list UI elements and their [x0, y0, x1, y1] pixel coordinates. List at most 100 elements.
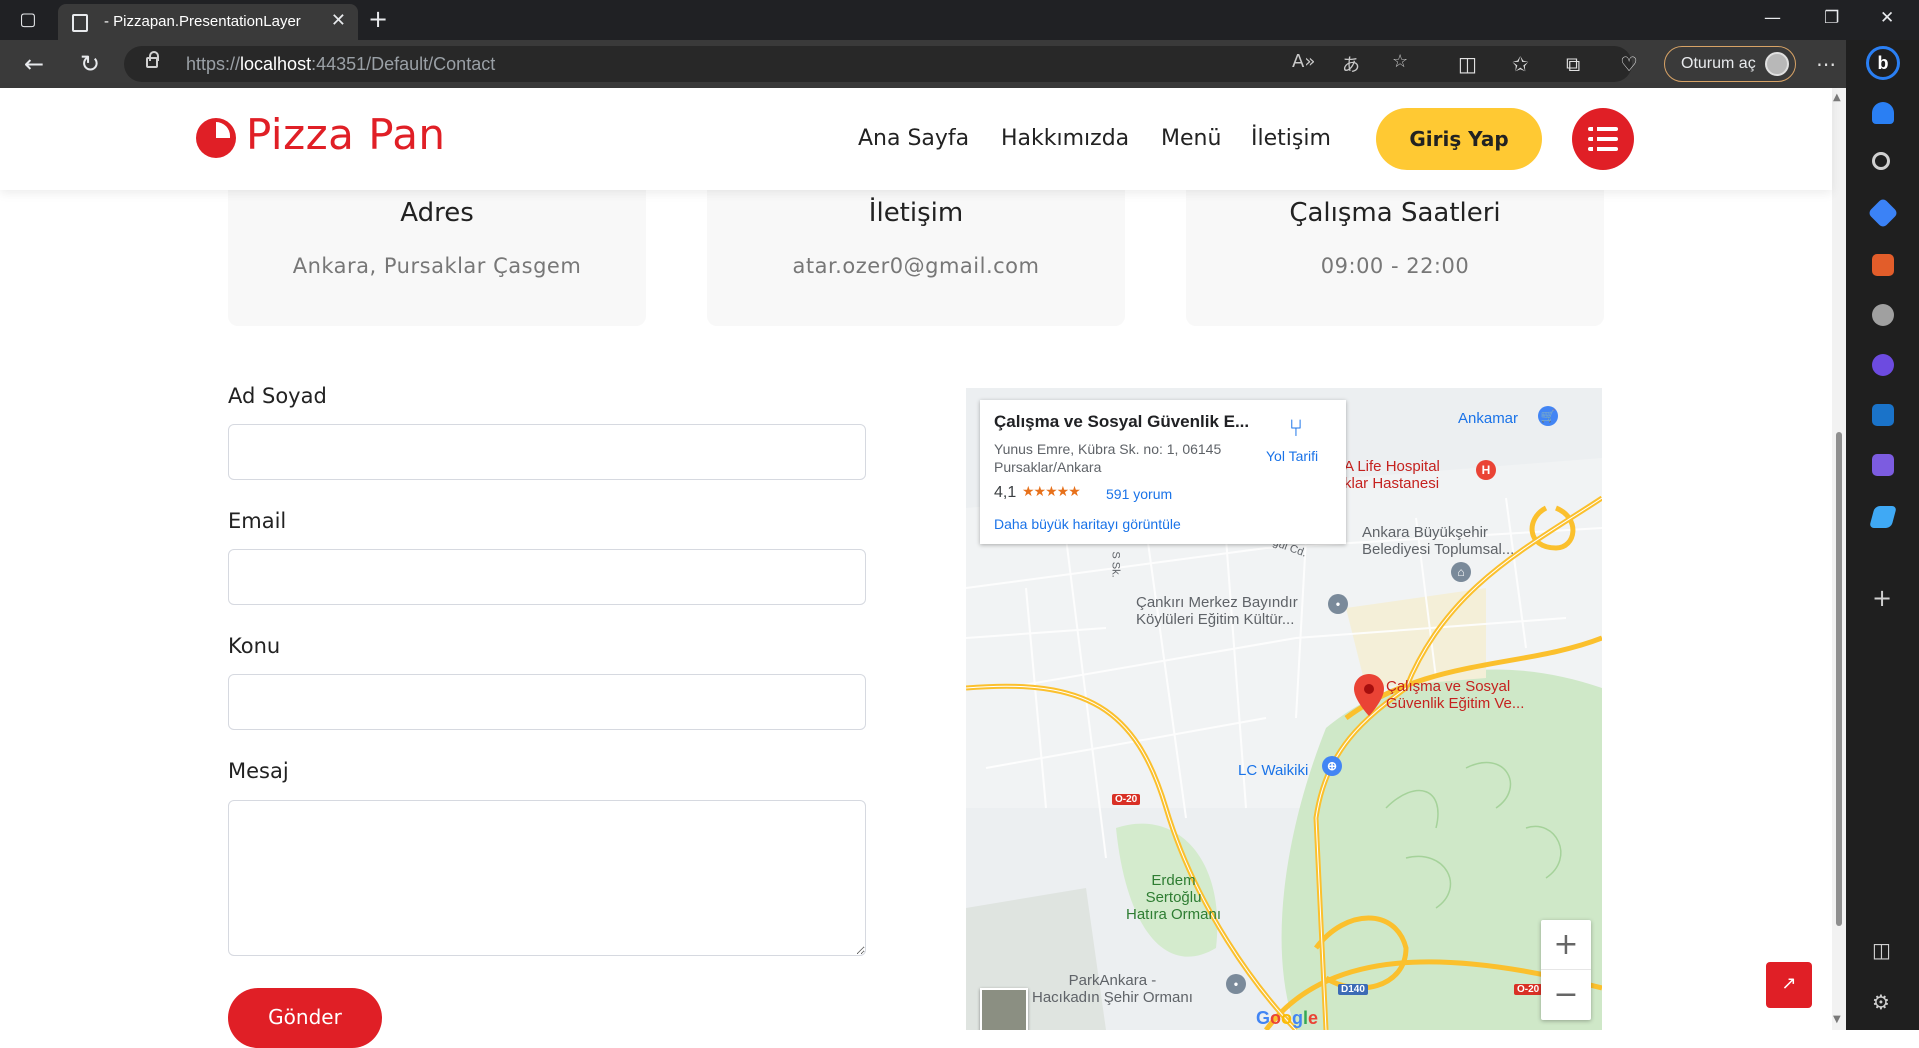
place-address: Yunus Emre, Kübra Sk. no: 1, 06145 Pursa… — [994, 441, 1222, 475]
page-icon — [72, 14, 88, 32]
hours-card: Çalışma Saatleri 09:00 - 22:00 — [1186, 190, 1604, 326]
designer-icon[interactable] — [1872, 454, 1894, 476]
google-logo: Google — [1256, 1008, 1319, 1028]
back-arrow-icon[interactable]: ← — [20, 50, 48, 78]
subject-field[interactable] — [228, 674, 866, 730]
hospital-icon[interactable]: H — [1476, 460, 1496, 480]
minimize-icon[interactable]: — — [1764, 8, 1781, 28]
refresh-icon[interactable]: ↻ — [76, 50, 104, 78]
site-header: Pizza Pan Ana Sayfa Hakkımızda Menü İlet… — [0, 88, 1832, 190]
translate-icon[interactable]: あ — [1342, 51, 1360, 77]
new-tab-icon[interactable]: + — [368, 6, 388, 32]
road-shield-d140: D140 — [1338, 984, 1368, 995]
bell-icon[interactable] — [1872, 102, 1894, 124]
directions-link[interactable]: Yol Tarifi — [1266, 448, 1318, 464]
road-shield-o20-east: O-20 — [1514, 984, 1543, 995]
contact-card-title: İletişim — [868, 198, 964, 228]
satellite-view-toggle[interactable] — [980, 988, 1028, 1030]
tab-actions-icon[interactable]: ▢ — [16, 8, 40, 32]
login-button[interactable]: Giriş Yap — [1376, 108, 1542, 170]
email-label: Email — [228, 509, 287, 533]
nav-link-menu[interactable]: Menü — [1161, 126, 1221, 151]
map-label-municipality: Ankara Büyükşehir Belediyesi Toplumsal... — [1362, 524, 1515, 558]
pizza-logo-icon[interactable] — [196, 118, 236, 158]
browser-tab-bar: ▢ - Pizzapan.PresentationLayer ✕ + — ❐ ✕ — [0, 0, 1919, 40]
read-aloud-icon[interactable]: A» — [1292, 51, 1315, 72]
nav-link-home[interactable]: Ana Sayfa — [858, 126, 969, 151]
nav-link-about[interactable]: Hakkımızda — [1001, 126, 1129, 151]
nav-link-contact[interactable]: İletişim — [1251, 126, 1331, 151]
place-title: Çalışma ve Sosyal Güvenlik E... — [994, 412, 1250, 431]
email-field[interactable] — [228, 549, 866, 605]
profile-avatar-icon — [1765, 52, 1789, 76]
directions-icon[interactable]: ⑂ — [1282, 414, 1310, 442]
lock-icon[interactable] — [146, 51, 159, 68]
zoom-in-button[interactable]: + — [1541, 920, 1591, 970]
message-field[interactable] — [228, 800, 866, 956]
add-icon[interactable]: + — [1872, 584, 1892, 612]
map-label-ankamar: Ankamar — [1458, 410, 1519, 427]
government-building-icon[interactable]: ⌂ — [1451, 562, 1471, 582]
url-text: https://localhost:44351/Default/Contact — [186, 54, 496, 74]
place-rating: 4,1 — [994, 484, 1017, 501]
copilot-app-icon[interactable] — [1872, 354, 1894, 376]
browser-essentials-icon[interactable]: ♡ — [1620, 52, 1638, 76]
street-label-sk: S Sk. — [1109, 551, 1122, 578]
subject-label: Konu — [228, 634, 281, 658]
sign-in-label: Oturum aç — [1681, 55, 1756, 72]
map-label-forest: Erdem Sertoğlu Hatıra Ormanı — [1126, 872, 1222, 923]
tag-icon[interactable] — [1867, 197, 1899, 229]
address-card-text: Ankara, Pursaklar Çasgem — [292, 254, 582, 278]
shopping-cart-icon[interactable]: 🛒 — [1538, 406, 1558, 426]
address-card: Adres Ankara, Pursaklar Çasgem — [228, 190, 646, 326]
shopping-bag-icon[interactable]: ⊕ — [1322, 756, 1342, 776]
park-marker-icon[interactable]: • — [1226, 974, 1246, 994]
name-label: Ad Soyad — [228, 384, 327, 408]
hamburger-menu-icon[interactable] — [1572, 108, 1634, 170]
zoom-out-button[interactable]: − — [1541, 970, 1591, 1020]
map-place-card: Çalışma ve Sosyal Güvenlik E... Yunus Em… — [980, 400, 1346, 544]
hours-card-title: Çalışma Saatleri — [1289, 198, 1501, 228]
split-screen-icon[interactable]: ◫ — [1458, 52, 1477, 76]
favorites-icon[interactable]: ✩ — [1512, 52, 1529, 76]
address-bar: ← ↻ https://localhost:44351/Default/Cont… — [0, 40, 1919, 88]
google-map[interactable]: Ankamar 🛒 A Life Hospital klar Hastanesi … — [966, 388, 1602, 1030]
map-label-target: Çalışma ve Sosyal Güvenlik Eğitim Ve... — [1386, 678, 1525, 712]
url-field[interactable]: https://localhost:44351/Default/Contact … — [124, 46, 1632, 82]
settings-gear-icon[interactable]: ⚙ — [1872, 990, 1890, 1014]
search-icon[interactable] — [1872, 152, 1890, 170]
send-icon[interactable] — [1869, 506, 1897, 528]
games-icon[interactable] — [1872, 304, 1894, 326]
scroll-down-arrow-icon[interactable]: ▼ — [1833, 1014, 1841, 1025]
place-marker-icon[interactable]: • — [1328, 594, 1348, 614]
sidebar-toggle-icon[interactable]: ◫ — [1872, 938, 1891, 962]
name-field[interactable] — [228, 424, 866, 480]
map-label-park: ParkAnkara - Hacıkadın Şehir Ormanı — [1032, 972, 1193, 1006]
back-to-top-icon[interactable]: ↗ — [1766, 962, 1812, 1008]
site-logo[interactable]: Pizza Pan — [246, 110, 446, 159]
rating-stars-icon: ★★★★★ — [1022, 484, 1081, 500]
map-label-school: Çankırı Merkez Bayındır Köylüleri Eğitim … — [1136, 594, 1298, 628]
message-label: Mesaj — [228, 759, 289, 783]
hours-card-text: 09:00 - 22:00 — [1320, 254, 1470, 278]
sign-in-button[interactable]: Oturum aç — [1664, 46, 1796, 82]
more-icon[interactable]: ⋯ — [1816, 52, 1836, 76]
bing-copilot-icon[interactable]: b — [1866, 46, 1900, 80]
star-icon[interactable]: ☆ — [1392, 51, 1408, 72]
collections-icon[interactable]: ⧉ — [1566, 52, 1580, 76]
larger-map-link[interactable]: Daha büyük haritayı görüntüle — [994, 516, 1181, 532]
edge-sidebar: b + ◫ ⚙ — [1846, 40, 1919, 1030]
browser-tab[interactable]: - Pizzapan.PresentationLayer ✕ — [58, 4, 358, 40]
outlook-icon[interactable] — [1872, 404, 1894, 426]
scrollbar-thumb[interactable] — [1836, 432, 1842, 926]
location-pin-icon[interactable] — [1354, 674, 1384, 716]
submit-button[interactable]: Gönder — [228, 988, 382, 1048]
scroll-up-arrow-icon[interactable]: ▲ — [1833, 92, 1841, 103]
toolbox-icon[interactable] — [1872, 254, 1894, 276]
contact-card-email: atar.ozer0@gmail.com — [792, 254, 1040, 278]
reviews-link[interactable]: 591 yorum — [1106, 486, 1172, 502]
restore-icon[interactable]: ❐ — [1824, 8, 1839, 28]
close-tab-icon[interactable]: ✕ — [331, 10, 346, 31]
close-window-icon[interactable]: ✕ — [1880, 8, 1894, 28]
address-card-title: Adres — [400, 198, 474, 228]
